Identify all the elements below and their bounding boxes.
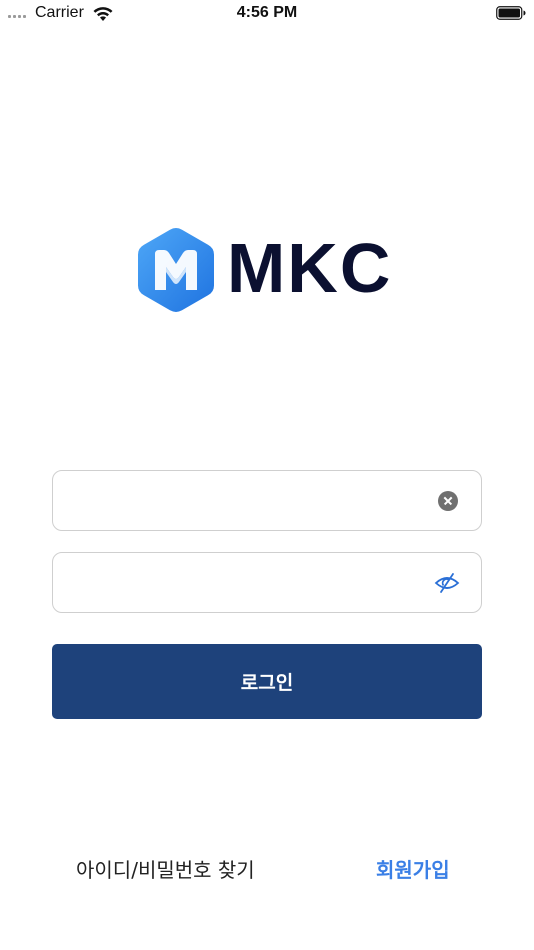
brand-logo: MKC [137, 226, 399, 314]
password-field[interactable] [52, 552, 482, 613]
find-account-link[interactable]: 아이디/비밀번호 찾기 [76, 854, 255, 883]
logo-text: MKC [227, 229, 393, 307]
id-field[interactable] [52, 470, 482, 531]
password-input[interactable] [69, 553, 429, 612]
clear-icon[interactable] [438, 491, 458, 511]
eye-slash-icon[interactable] [434, 571, 460, 595]
signup-link[interactable]: 회원가입 [376, 854, 450, 883]
id-input[interactable] [69, 471, 429, 530]
login-button[interactable]: 로그인 [52, 644, 482, 719]
battery-icon [496, 6, 526, 20]
status-bar: Carrier 4:56 PM [0, 0, 534, 28]
status-time: 4:56 PM [236, 4, 298, 21]
logo-mark-icon [138, 228, 214, 312]
